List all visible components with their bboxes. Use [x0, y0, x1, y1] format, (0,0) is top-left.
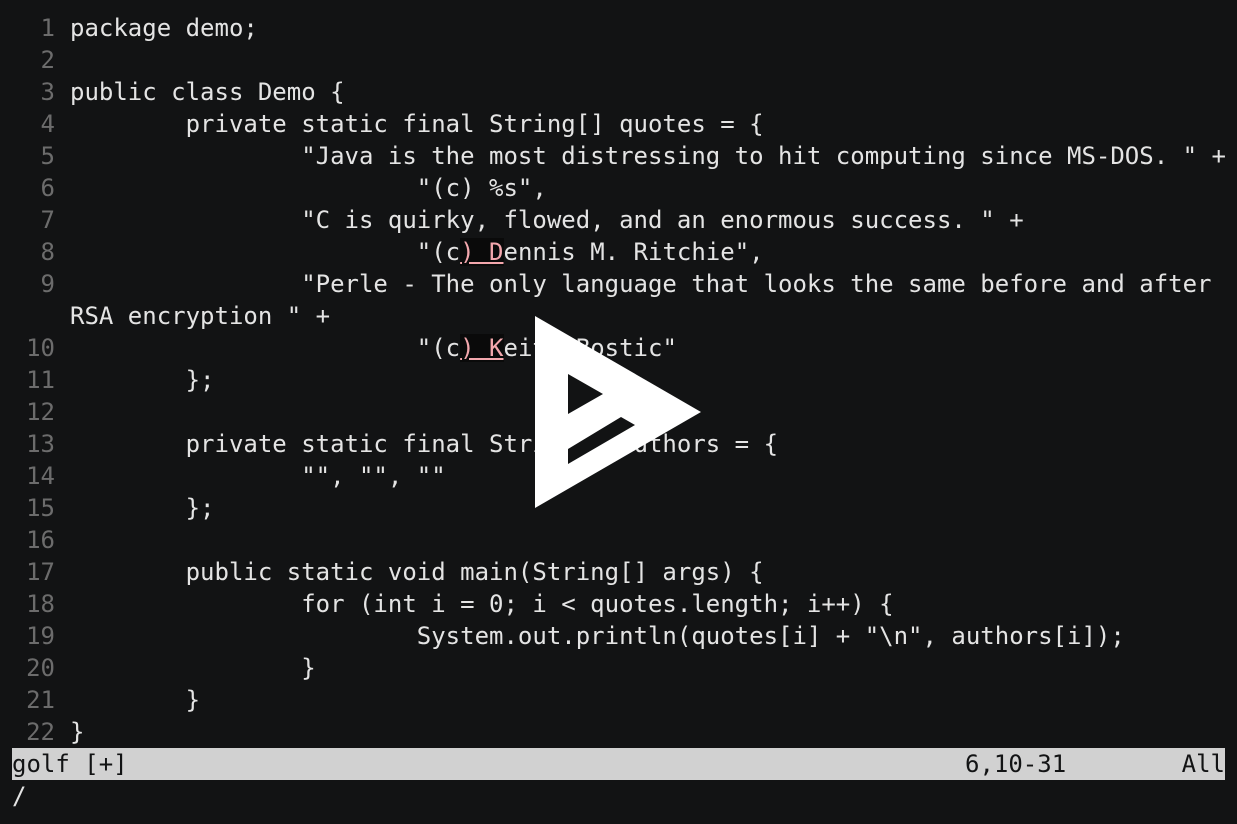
line-number: 9	[40, 270, 55, 298]
code-line[interactable]: 2	[12, 44, 1225, 76]
line-text-segment: "", "", ""	[70, 462, 446, 490]
line-number: 12	[26, 398, 55, 426]
code-line[interactable]: 18 for (int i = 0; i < quotes.length; i+…	[12, 588, 1225, 620]
line-text-segment: RSA encryption " +	[70, 302, 331, 330]
line-text: package demo;	[70, 12, 258, 44]
play-icon[interactable]	[535, 316, 701, 508]
line-number: 14	[26, 462, 55, 490]
code-line[interactable]: 9 "Perle - The only language that looks …	[12, 268, 1225, 300]
line-text: "Perle - The only language that looks th…	[70, 268, 1212, 300]
code-line[interactable]: 3 public class Demo {	[12, 76, 1225, 108]
line-text: "Java is the most distressing to hit com…	[70, 140, 1226, 172]
line-number: 17	[26, 558, 55, 586]
line-text: }	[70, 716, 84, 748]
line-text: "(c) Dennis M. Ritchie",	[70, 236, 764, 268]
line-text: "C is quirky, flowed, and an enormous su…	[70, 204, 1024, 236]
line-text-segment: for (int i = 0; i < quotes.length; i++) …	[70, 590, 894, 618]
search-match-highlight: ) D	[460, 238, 504, 266]
line-text-segment: "(c	[70, 238, 461, 266]
status-scroll-indicator: All	[1181, 750, 1225, 778]
search-match-highlight: ) K	[460, 334, 504, 362]
line-text: private static final String[] quotes = {	[70, 108, 764, 140]
code-line[interactable]: 20 }	[12, 652, 1225, 684]
line-number: 7	[40, 206, 55, 234]
line-text: };	[70, 492, 215, 524]
line-number: 21	[26, 686, 55, 714]
line-text: }	[70, 652, 316, 684]
line-number: 16	[26, 526, 55, 554]
line-number: 11	[26, 366, 55, 394]
line-text-segment: "C is quirky, flowed, and an enormous su…	[70, 206, 1024, 234]
line-text: for (int i = 0; i < quotes.length; i++) …	[70, 588, 894, 620]
line-text: public class Demo {	[70, 76, 345, 108]
line-text-segment: public class Demo {	[70, 78, 345, 106]
line-number: 22	[26, 718, 55, 746]
line-text: System.out.println(quotes[i] + "\n", aut…	[70, 620, 1125, 652]
line-text: }	[70, 684, 200, 716]
line-number: 15	[26, 494, 55, 522]
line-number: 2	[40, 46, 55, 74]
status-line: golf [+] 6,10-31 All	[12, 748, 1225, 780]
line-text-segment: }	[70, 654, 316, 682]
code-line[interactable]: 17 public static void main(String[] args…	[12, 556, 1225, 588]
line-text: "", "", ""	[70, 460, 446, 492]
line-text-segment: }	[70, 718, 85, 746]
line-number: 20	[26, 654, 55, 682]
code-line[interactable]: 19 System.out.println(quotes[i] + "\n", …	[12, 620, 1225, 652]
line-text-segment: }	[70, 686, 201, 714]
line-text: "(c) %s",	[70, 172, 547, 204]
line-number: 10	[26, 334, 55, 362]
line-text: RSA encryption " +	[70, 300, 330, 332]
line-text: };	[70, 364, 215, 396]
line-text-segment: "(c	[70, 334, 461, 362]
line-number: 8	[40, 238, 55, 266]
line-number: 19	[26, 622, 55, 650]
code-line[interactable]: 4 private static final String[] quotes =…	[12, 108, 1225, 140]
line-text-segment: private static final String[] quotes = {	[70, 110, 764, 138]
line-text-segment: };	[70, 366, 215, 394]
line-text-segment: "Perle - The only language that looks th…	[70, 270, 1212, 298]
line-number: 1	[40, 14, 55, 42]
command-line[interactable]: /	[12, 780, 26, 812]
line-text: public static void main(String[] args) {	[70, 556, 764, 588]
line-number: 3	[40, 78, 55, 106]
code-line[interactable]: 5 "Java is the most distressing to hit c…	[12, 140, 1226, 172]
code-line[interactable]: 22}	[12, 716, 1225, 748]
line-text-segment: "Java is the most distressing to hit com…	[70, 142, 1226, 170]
status-filename: golf [+]	[12, 750, 128, 778]
line-number: 5	[40, 142, 55, 170]
line-text-segment: };	[70, 494, 215, 522]
line-number: 4	[40, 110, 55, 138]
code-line[interactable]: 16	[12, 524, 1225, 556]
code-line[interactable]: 8 "(c) Dennis M. Ritchie",	[12, 236, 1225, 268]
line-text-segment: "(c) %s",	[70, 174, 547, 202]
line-text-segment: public static void main(String[] args) {	[70, 558, 764, 586]
code-line[interactable]: 7 "C is quirky, flowed, and an enormous …	[12, 204, 1225, 236]
code-line[interactable]: 1 package demo;	[12, 12, 1225, 44]
line-text-segment: ennis M. Ritchie",	[503, 238, 764, 266]
line-number: 6	[40, 174, 55, 202]
code-line[interactable]: 6 "(c) %s",	[12, 172, 1225, 204]
status-cursor-position: 6,10-31	[965, 750, 1067, 778]
line-text-segment: System.out.println(quotes[i] + "\n", aut…	[70, 622, 1125, 650]
line-text-segment: package demo;	[70, 14, 258, 42]
line-number: 13	[26, 430, 55, 458]
line-number: 18	[26, 590, 55, 618]
code-line[interactable]: 21 }	[12, 684, 1225, 716]
